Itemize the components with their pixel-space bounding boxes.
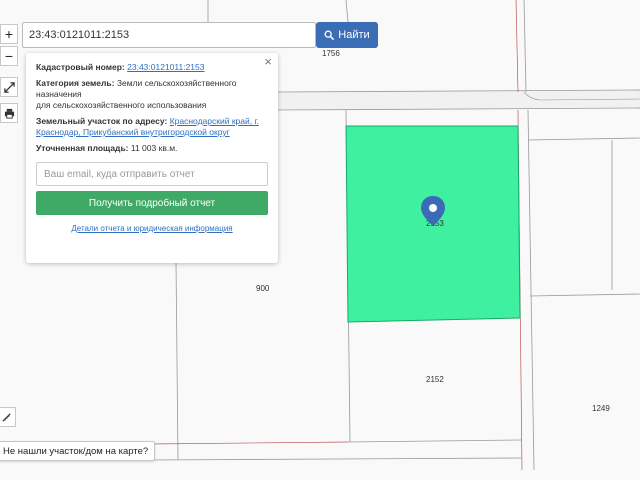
land-use-value: для сельскохозяйственного использования	[36, 100, 207, 110]
area-row: Уточненная площадь: 11 003 кв.м.	[36, 143, 268, 154]
search-input[interactable]	[23, 23, 315, 47]
close-icon[interactable]: ×	[264, 55, 272, 68]
land-category-label: Категория земель:	[36, 78, 115, 88]
cadastral-number-row: Кадастровый номер: 23:43:0121011:2153	[36, 62, 268, 73]
address-row: Земельный участок по адресу: Краснодарск…	[36, 116, 268, 138]
email-placeholder: Ваш email, куда отправить отчет	[44, 168, 195, 180]
print-button[interactable]	[0, 103, 18, 123]
find-button[interactable]: Найти	[316, 22, 378, 48]
plot-label-1756: 1756	[322, 49, 340, 58]
cadastral-number-label: Кадастровый номер:	[36, 62, 125, 72]
plot-label-900: 900	[256, 284, 270, 293]
minus-icon: −	[4, 48, 14, 64]
parcel-info-card: × Кадастровый номер: 23:43:0121011:2153 …	[26, 53, 278, 263]
expand-icon	[3, 81, 15, 93]
get-report-label: Получить подробный отчет	[88, 197, 216, 209]
email-input[interactable]: Ваш email, куда отправить отчет	[36, 162, 268, 186]
printer-icon	[4, 108, 14, 119]
plot-label-1249: 1249	[592, 404, 610, 413]
land-category-row: Категория земель: Земли сельскохозяйстве…	[36, 78, 268, 111]
not-found-label: Не нашли участок/дом на карте?	[3, 445, 149, 457]
address-label: Земельный участок по адресу:	[36, 116, 168, 126]
search-field[interactable]	[22, 22, 316, 48]
area-value: 11 003 кв.м.	[130, 143, 178, 153]
plus-icon: +	[4, 26, 14, 42]
ruler-icon	[1, 412, 11, 422]
get-report-button[interactable]: Получить подробный отчет	[36, 191, 268, 215]
zoom-in-button[interactable]: +	[0, 24, 18, 44]
report-details-link[interactable]: Детали отчета и юридическая информация	[36, 223, 268, 234]
search-icon	[324, 30, 335, 40]
not-found-button[interactable]: Не нашли участок/дом на карте?	[0, 441, 156, 461]
plot-label-2152: 2152	[426, 375, 444, 384]
find-button-label: Найти	[338, 29, 370, 41]
ruler-button[interactable]	[0, 407, 16, 427]
cadastral-number-link[interactable]: 23:43:0121011:2153	[127, 62, 204, 72]
fullscreen-button[interactable]	[0, 77, 18, 97]
area-label: Уточненная площадь:	[36, 143, 129, 153]
zoom-out-button[interactable]: −	[0, 46, 18, 66]
